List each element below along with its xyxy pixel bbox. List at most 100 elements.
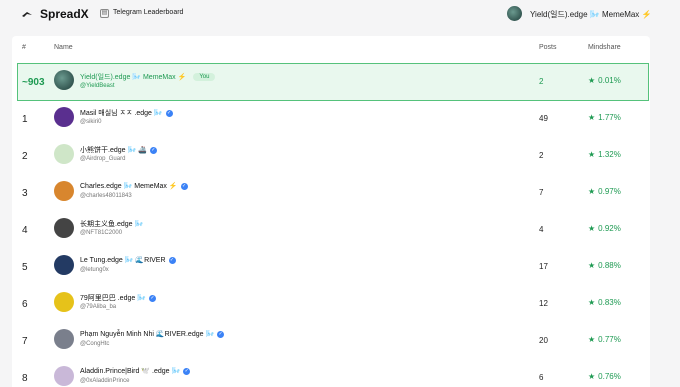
avatar — [54, 181, 74, 201]
table-row[interactable]: 7 Phạm Nguyễn Minh Nhi 🌊RIVER.edge 🌬️ ✓ @Co… — [12, 323, 650, 359]
avatar — [54, 70, 74, 90]
posts-count: 2 — [539, 77, 544, 86]
handle[interactable]: @0xAladdinPrince — [80, 378, 129, 384]
avatar — [54, 255, 74, 275]
user-name[interactable]: Yield(일드).edge 🌬️ MemeMax ⚡ — [530, 9, 652, 20]
current-user-row[interactable]: ~903 Yield(일드).edge 🌬️ MemeMax ⚡ You @Yi… — [17, 63, 649, 101]
handle[interactable]: @charles48011843 — [80, 193, 132, 199]
avatar — [54, 107, 74, 127]
brand-name[interactable]: SpreadX — [40, 7, 89, 21]
handle[interactable]: @NFT81C2000 — [80, 230, 122, 236]
avatar — [54, 366, 74, 386]
column-header-mindshare[interactable]: Mindshare — [588, 44, 621, 51]
star-icon: ★ — [588, 224, 596, 233]
display-name[interactable]: Phạm Nguyễn Minh Nhi 🌊RIVER.edge 🌬️ — [80, 330, 214, 338]
posts-count: 4 — [539, 225, 544, 234]
mindshare: ★ 0.92% — [588, 224, 621, 233]
mindshare: ★ 0.97% — [588, 187, 621, 196]
user-name-line: Yield(일드).edge 🌬️ MemeMax ⚡ You — [80, 72, 216, 82]
posts-count: 20 — [539, 336, 548, 345]
mindshare: ★ 1.32% — [588, 150, 621, 159]
posts-count: 49 — [539, 114, 548, 123]
column-header-name: Name — [54, 44, 73, 51]
star-icon: ★ — [588, 187, 596, 196]
star-icon: ★ — [588, 298, 596, 307]
table-row[interactable]: 6 79阿里巴巴 .edge 🌬️ ✓ @79Aliba_ba 12 ★ 0.83% — [12, 286, 650, 322]
avatar — [54, 144, 74, 164]
posts-count: 6 — [539, 373, 544, 382]
mindshare-value: 0.01% — [598, 76, 621, 85]
avatar — [54, 292, 74, 312]
mindshare: ★ 1.77% — [588, 113, 621, 122]
table-row[interactable]: 5 Le Tung.edge 🌬️ 🌊RIVER ✓ @letung0x 17 ★ 0.88… — [12, 249, 650, 285]
mindshare: ★ 0.01% — [588, 76, 621, 85]
avatar — [54, 329, 74, 349]
spreadx-logo-icon — [22, 12, 32, 17]
mindshare-value: 0.76% — [598, 372, 621, 381]
leaderboard-table: # Name Posts Mindshare ~903 Yield(일드).ed… — [12, 36, 650, 387]
user-name-line: Charles.edge 🌬️ MemeMax ⚡ ✓ — [80, 182, 188, 190]
table-row[interactable]: 8 Aladdin.Prince|Bird 🕊️ .edge 🌬️ ✓ @0xAlad… — [12, 360, 650, 387]
mindshare: ★ 0.77% — [588, 335, 621, 344]
user-name-line: Phạm Nguyễn Minh Nhi 🌊RIVER.edge 🌬️ ✓ — [80, 330, 225, 338]
mindshare-value: 0.77% — [598, 335, 621, 344]
display-name[interactable]: 79阿里巴巴 .edge 🌬️ — [80, 293, 146, 303]
posts-count: 7 — [539, 188, 544, 197]
verified-icon: ✓ — [149, 146, 157, 154]
display-name[interactable]: Le Tung.edge 🌬️ 🌊RIVER — [80, 256, 166, 264]
handle[interactable]: @CongHtc — [80, 341, 109, 347]
user-name-line: Le Tung.edge 🌬️ 🌊RIVER ✓ — [80, 256, 176, 264]
column-header-rank: # — [22, 44, 26, 51]
verified-icon: ✓ — [165, 109, 173, 117]
breadcrumb[interactable]: Telegram Leaderboard — [113, 9, 183, 16]
star-icon: ★ — [588, 150, 596, 159]
table-row[interactable]: 2 小熊饼干.edge 🌬️ 🚢 ✓ @Airdrop_Guard 2 ★ 1.32% — [12, 138, 650, 174]
mindshare-value: 0.88% — [598, 261, 621, 270]
mindshare: ★ 0.76% — [588, 372, 621, 381]
display-name[interactable]: 小熊饼干.edge 🌬️ 🚢 — [80, 145, 147, 155]
handle[interactable]: @letung0x — [80, 267, 109, 273]
telegram-icon: ▤ — [100, 9, 109, 18]
handle[interactable]: @Airdrop_Guard — [80, 156, 125, 162]
handle[interactable]: @sikiri0 — [80, 119, 101, 125]
user-avatar[interactable] — [507, 6, 522, 21]
top-bar: SpreadX ▤ Telegram Leaderboard Yield(일드)… — [0, 0, 680, 30]
verified-icon: ✓ — [148, 294, 156, 302]
display-name[interactable]: Aladdin.Prince|Bird 🕊️ .edge 🌬️ — [80, 367, 180, 375]
user-name-line: Aladdin.Prince|Bird 🕊️ .edge 🌬️ ✓ — [80, 367, 191, 375]
display-name[interactable]: Masil 매실님 ㅈㅈ .edge 🌬️ — [80, 108, 163, 118]
table-row[interactable]: 3 Charles.edge 🌬️ MemeMax ⚡ ✓ @charles48011… — [12, 175, 650, 211]
rank: 6 — [22, 299, 28, 310]
rank: 2 — [22, 151, 28, 162]
verified-icon: ✓ — [168, 256, 176, 264]
table-row[interactable]: 4 长期主义鱼.edge 🌬️ @NFT81C2000 4 ★ 0.92% — [12, 212, 650, 248]
handle[interactable]: @79Aliba_ba — [80, 304, 116, 310]
mindshare: ★ 0.83% — [588, 298, 621, 307]
user-name-line: 长期主义鱼.edge 🌬️ — [80, 219, 143, 229]
user-name-line: Masil 매실님 ㅈㅈ .edge 🌬️ ✓ — [80, 108, 173, 118]
avatar — [54, 218, 74, 238]
display-name[interactable]: 长期主义鱼.edge 🌬️ — [80, 219, 143, 229]
rank: 4 — [22, 225, 28, 236]
verified-icon: ✓ — [183, 367, 191, 375]
rank: 8 — [22, 373, 28, 384]
posts-count: 12 — [539, 299, 548, 308]
mindshare-value: 0.97% — [598, 187, 621, 196]
handle[interactable]: @YieldBeast — [80, 83, 115, 89]
mindshare-value: 1.32% — [598, 150, 621, 159]
star-icon: ★ — [588, 335, 596, 344]
rank: 3 — [22, 188, 28, 199]
display-name[interactable]: Charles.edge 🌬️ MemeMax ⚡ — [80, 182, 178, 190]
verified-icon: ✓ — [217, 330, 225, 338]
posts-count: 2 — [539, 151, 544, 160]
table-row[interactable]: 1 Masil 매실님 ㅈㅈ .edge 🌬️ ✓ @sikiri0 49 ★ 1.77% — [12, 101, 650, 137]
user-name-line: 79阿里巴巴 .edge 🌬️ ✓ — [80, 293, 156, 303]
column-header-posts[interactable]: Posts — [539, 44, 557, 51]
rank: ~903 — [22, 77, 45, 88]
mindshare-value: 0.83% — [598, 298, 621, 307]
mindshare-value: 1.77% — [598, 113, 621, 122]
display-name[interactable]: Yield(일드).edge 🌬️ MemeMax ⚡ — [80, 72, 186, 82]
star-icon: ★ — [588, 76, 596, 85]
rank: 5 — [22, 262, 28, 273]
posts-count: 17 — [539, 262, 548, 271]
